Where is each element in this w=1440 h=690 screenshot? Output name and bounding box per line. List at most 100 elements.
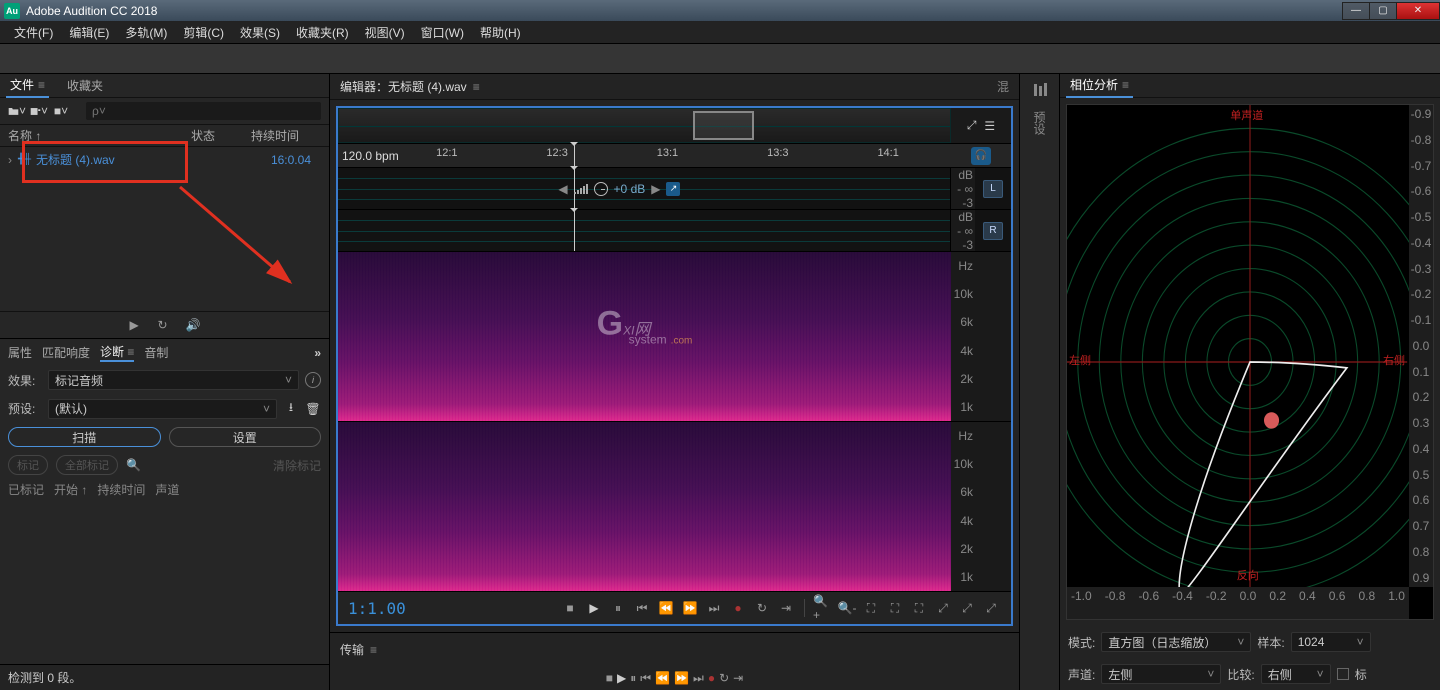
menu-clip[interactable]: 剪辑(C) xyxy=(175,22,232,43)
overview-track[interactable] xyxy=(338,108,951,143)
rewind-2[interactable]: ⏪ xyxy=(655,671,670,685)
menu-effects[interactable]: 效果(S) xyxy=(232,22,288,43)
playhead[interactable] xyxy=(574,210,575,251)
menu-file[interactable]: 文件(F) xyxy=(6,22,61,43)
record-icon[interactable]: ■˅ xyxy=(52,103,70,119)
loop-button[interactable]: ↻ xyxy=(752,598,772,618)
skip-start-button[interactable]: ⏮ xyxy=(632,598,652,618)
menu-favorites[interactable]: 收藏夹(R) xyxy=(288,22,357,43)
menu-multitrack[interactable]: 多轨(M) xyxy=(117,22,175,43)
col-channel[interactable]: 声道 xyxy=(155,481,179,498)
zoom-tool-icon[interactable]: ⤢ xyxy=(967,118,977,133)
skip-end-button[interactable]: ⏭ xyxy=(704,598,724,618)
settings-button[interactable]: 设置 xyxy=(169,427,322,447)
editor-menu-icon[interactable]: ≡ xyxy=(473,80,480,94)
rewind-button[interactable]: ⏪ xyxy=(656,598,676,618)
zoom-out-button[interactable]: 🔍- xyxy=(837,598,857,618)
waveform-left[interactable]: ◀ +0 dB ▶ ↗ xyxy=(338,168,951,209)
header-state[interactable]: 状态 xyxy=(191,127,251,144)
effect-select[interactable]: 标记音频˅ xyxy=(48,370,299,390)
mark-all-button[interactable]: 全部标记 xyxy=(56,455,118,475)
play-button[interactable]: ▶ xyxy=(584,598,604,618)
file-item[interactable]: › ╋╫ 无标题 (4).wav 16:0.04 xyxy=(0,147,329,172)
compare-select[interactable]: 右侧˅ xyxy=(1261,664,1331,684)
zoom-reset-button[interactable]: ⤢ xyxy=(981,598,1001,618)
bpm-display[interactable]: 120.0 bpm xyxy=(342,149,399,163)
minimize-button[interactable]: — xyxy=(1342,2,1370,20)
marker-search-icon[interactable]: 🔍 xyxy=(126,458,141,472)
record-button[interactable]: ● xyxy=(728,598,748,618)
col-marked[interactable]: 已标记 xyxy=(8,481,44,498)
save-preset-icon[interactable]: ⭳ xyxy=(283,398,299,419)
delete-preset-icon[interactable]: 🗑 xyxy=(305,402,321,416)
search-input[interactable] xyxy=(86,102,321,120)
record-2[interactable]: ● xyxy=(708,671,715,685)
new-multitrack-icon[interactable]: ˅ xyxy=(30,103,48,119)
mode-select[interactable]: 直方图（日志缩放）˅ xyxy=(1101,632,1251,652)
preset-vertical-label[interactable]: 预设 xyxy=(1031,111,1048,135)
close-button[interactable]: ✕ xyxy=(1396,2,1440,20)
forward-button[interactable]: ⏩ xyxy=(680,598,700,618)
zoom-full-button[interactable]: ⛶ xyxy=(861,598,881,618)
view-list-icon[interactable]: ☰ xyxy=(984,119,995,133)
preset-select[interactable]: (默认)˅ xyxy=(48,399,277,419)
spectrum-left[interactable]: GGXIXI网 system.com xyxy=(338,252,951,421)
editor-kanji-icon[interactable]: 混 xyxy=(997,78,1009,95)
tab-files[interactable]: 文件≡ xyxy=(6,73,49,98)
forward-2[interactable]: ⏩ xyxy=(674,671,689,685)
mixer-icon[interactable] xyxy=(1032,82,1048,101)
clear-marks-button[interactable]: 清除标记 xyxy=(273,457,321,474)
tab-favorites[interactable]: 收藏夹 xyxy=(63,74,107,97)
tab-phase[interactable]: 相位分析≡ xyxy=(1066,73,1133,98)
preview-play-icon[interactable]: ▶ xyxy=(130,318,144,332)
header-duration[interactable]: 持续时间 xyxy=(251,127,321,144)
pause-button[interactable]: ⏸ xyxy=(608,598,628,618)
pause-button-2[interactable]: ⏸ xyxy=(630,671,636,686)
zoom-in-button[interactable]: 🔍+ xyxy=(813,598,833,618)
headphones-icon[interactable]: 🎧 xyxy=(971,147,991,165)
volume-hud[interactable]: ◀ +0 dB ▶ ↗ xyxy=(558,182,680,196)
preview-autoplay-icon[interactable]: 🔊 xyxy=(186,318,200,332)
preview-loop-icon[interactable]: ↻ xyxy=(158,318,172,332)
phase-scope[interactable]: 单声道 左侧 右侧 反向 -0.9-0.8-0.7-0.6-0.5-0.4-0.… xyxy=(1066,104,1434,620)
loop-2[interactable]: ↻ xyxy=(719,671,729,685)
playhead[interactable] xyxy=(574,144,575,167)
menu-window[interactable]: 窗口(W) xyxy=(413,22,472,43)
col-duration[interactable]: 持续时间 xyxy=(97,481,145,498)
zoom-in-point-button[interactable]: ⛶ xyxy=(909,598,929,618)
tab-diagnostics[interactable]: 诊断 ≡ xyxy=(100,343,134,362)
samples-select[interactable]: 1024˅ xyxy=(1291,632,1371,652)
zoom-out-point-button[interactable]: ⤢ xyxy=(933,598,953,618)
more-tabs-icon[interactable]: » xyxy=(314,346,321,360)
mark-button[interactable]: 标记 xyxy=(8,455,48,475)
skip-start-2[interactable]: ⏮ xyxy=(640,671,651,686)
tab-tone[interactable]: 音制 xyxy=(144,344,168,361)
transport-menu-icon[interactable]: ≡ xyxy=(370,643,377,657)
expand-icon[interactable]: › xyxy=(8,153,18,167)
overview-handle[interactable] xyxy=(693,111,754,140)
play-button-2[interactable]: ▶ xyxy=(617,671,626,685)
zoom-select-button[interactable]: ⛶ xyxy=(885,598,905,618)
normalize-checkbox[interactable] xyxy=(1337,668,1349,680)
right-channel-button[interactable]: R xyxy=(983,222,1003,240)
skip-end-2[interactable]: ⏭ xyxy=(693,671,704,686)
tab-attributes[interactable]: 属性 xyxy=(8,344,32,361)
skip-select-button[interactable]: ⇥ xyxy=(776,598,796,618)
tab-loudness[interactable]: 匹配响度 xyxy=(42,344,90,361)
menu-view[interactable]: 视图(V) xyxy=(357,22,413,43)
open-file-icon[interactable]: ˅ xyxy=(8,103,26,119)
spectrum-right[interactable] xyxy=(338,422,951,591)
left-channel-button[interactable]: L xyxy=(983,180,1003,198)
timeline-ruler[interactable]: 120.0 bpm 12:1 12:3 13:1 13:3 14:1 xyxy=(338,144,951,167)
expand-hud-icon[interactable]: ↗ xyxy=(666,182,680,196)
skip-sel-2[interactable]: ⇥ xyxy=(733,671,743,685)
stop-button-2[interactable]: ■ xyxy=(606,671,613,685)
waveform-right[interactable] xyxy=(338,210,951,251)
maximize-button[interactable]: ▢ xyxy=(1369,2,1397,20)
zoom-vertical-button[interactable]: ⤢ xyxy=(957,598,977,618)
menu-edit[interactable]: 编辑(E) xyxy=(61,22,117,43)
channel-select[interactable]: 左侧˅ xyxy=(1101,664,1221,684)
menu-help[interactable]: 帮助(H) xyxy=(472,22,529,43)
stop-button[interactable]: ■ xyxy=(560,598,580,618)
scan-button[interactable]: 扫描 xyxy=(8,427,161,447)
